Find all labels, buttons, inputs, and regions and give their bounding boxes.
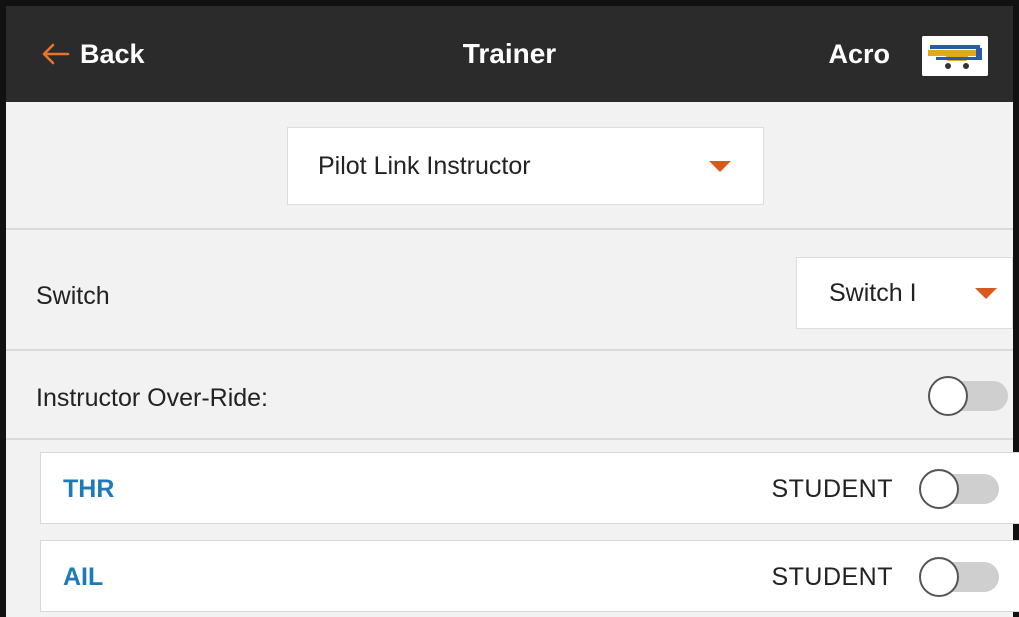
divider — [6, 349, 1013, 351]
trainer-mode-dropdown[interactable]: Pilot Link Instructor — [287, 127, 764, 205]
page-title: Trainer — [462, 38, 557, 69]
channel-name: AIL — [63, 563, 104, 591]
divider — [6, 438, 1013, 440]
switch-dropdown[interactable]: Switch I — [796, 257, 1013, 329]
channel-toggle-ail[interactable] — [919, 557, 999, 597]
channel-name: THR — [63, 475, 115, 503]
trainer-mode-value: Pilot Link Instructor — [318, 151, 531, 180]
instructor-override-label: Instructor Over-Ride: — [36, 384, 269, 412]
channel-row-thr: THR STUDENT — [40, 452, 1019, 524]
screen-frame: Back Trainer Acro Pilot Link Instructor … — [0, 0, 1019, 617]
toggle-knob — [919, 557, 959, 597]
channel-row-ail: AIL STUDENT — [40, 540, 1019, 612]
switch-value: Switch I — [829, 279, 917, 307]
arrow-left-icon — [42, 43, 70, 65]
header-bar: Back Trainer Acro — [6, 6, 1013, 102]
instructor-override-toggle[interactable] — [928, 376, 1008, 416]
channel-mode-label: STUDENT — [771, 563, 893, 591]
back-label: Back — [80, 38, 145, 69]
divider — [6, 228, 1013, 230]
channel-mode-label: STUDENT — [771, 475, 893, 503]
caret-down-icon — [709, 161, 731, 172]
toggle-knob — [928, 376, 968, 416]
airplane-icon — [922, 36, 988, 76]
airplane-thumbnail[interactable] — [922, 36, 988, 76]
toggle-knob — [919, 469, 959, 509]
switch-label: Switch — [36, 282, 110, 310]
channel-toggle-thr[interactable] — [919, 469, 999, 509]
model-name[interactable]: Acro — [828, 6, 890, 102]
caret-down-icon — [975, 288, 997, 299]
back-button[interactable]: Back — [40, 6, 145, 102]
